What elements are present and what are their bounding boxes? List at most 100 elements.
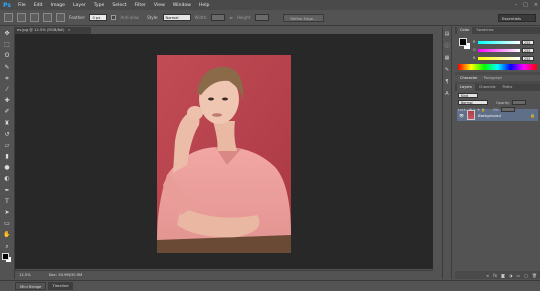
blue-channel-label: B <box>473 56 476 60</box>
lasso-tool-icon[interactable]: ʘ <box>3 51 12 60</box>
green-value[interactable]: 255 <box>522 47 534 53</box>
document-photo[interactable] <box>157 55 291 253</box>
zoom-tool-icon[interactable]: ⌕ <box>3 242 12 251</box>
menu-help[interactable]: Help <box>195 3 213 8</box>
close-document-icon[interactable]: × <box>67 28 70 32</box>
canvas-area[interactable] <box>15 34 433 269</box>
lock-label: Lock: <box>458 107 467 112</box>
maximize-button[interactable]: □ <box>523 2 528 8</box>
character-icon[interactable]: A <box>444 91 451 98</box>
fill-label: Fill: <box>493 107 499 112</box>
eyedropper-tool-icon[interactable]: ⁄ <box>3 85 12 94</box>
height-input[interactable] <box>255 14 270 21</box>
dodge-tool-icon[interactable]: ◐ <box>3 174 12 183</box>
adjustment-layer-icon[interactable]: ◑ <box>509 273 513 278</box>
clone-stamp-tool-icon[interactable]: ♜ <box>3 119 12 128</box>
doc-size[interactable]: Doc: 30.9M/30.9M <box>49 273 83 277</box>
layer-name[interactable]: Background <box>478 113 501 118</box>
crop-tool-icon[interactable]: ⌗ <box>3 74 12 83</box>
green-slider-bar[interactable] <box>478 48 520 52</box>
tab-swatches[interactable]: Swatches <box>473 27 496 34</box>
new-layer-icon[interactable]: ▢ <box>524 273 528 278</box>
opacity-input[interactable] <box>511 100 526 105</box>
blur-tool-icon[interactable]: ● <box>3 163 12 172</box>
blend-mode-select[interactable]: Normal <box>458 100 488 105</box>
menu-select[interactable]: Select <box>108 3 130 8</box>
type-tool-icon[interactable]: T <box>3 197 12 206</box>
add-mask-icon[interactable]: ◙ <box>501 273 505 278</box>
layer-lock-icon: 🔒 <box>530 112 535 118</box>
style-select[interactable]: Normal <box>162 14 191 21</box>
blue-slider-bar[interactable] <box>478 56 520 60</box>
blue-value[interactable]: 255 <box>522 55 534 61</box>
quick-select-tool-icon[interactable]: ✎ <box>3 63 12 72</box>
intersect-selection-icon[interactable] <box>56 13 65 22</box>
properties-icon[interactable]: ⓘ <box>444 43 451 50</box>
subtract-selection-icon[interactable] <box>43 13 52 22</box>
opacity-label: Opacity: <box>496 100 510 105</box>
tab-paragraph[interactable]: Paragraph <box>481 75 505 82</box>
link-layers-icon[interactable]: ∞ <box>486 273 489 278</box>
tab-layers[interactable]: Layers <box>457 84 475 91</box>
color-spectrum[interactable] <box>458 64 537 70</box>
foreground-color-swatch[interactable] <box>2 253 9 260</box>
color-panel-tabs: Color Swatches <box>455 27 540 34</box>
green-channel-label: G <box>473 48 476 52</box>
red-value[interactable]: 255 <box>522 39 534 45</box>
hand-tool-icon[interactable]: ✋ <box>3 230 12 239</box>
layer-filter-select[interactable]: Kind <box>458 93 478 98</box>
marquee-tool-icon[interactable]: ⬚ <box>3 40 12 49</box>
menu-layer[interactable]: Layer <box>69 3 90 8</box>
tab-timeline[interactable]: Timeline <box>48 282 73 290</box>
antialias-checkbox[interactable] <box>111 15 117 20</box>
color-foreground-swatch[interactable] <box>459 38 467 46</box>
blue-slider[interactable]: B 255 <box>473 55 534 61</box>
document-tab[interactable]: ev.jpg @ 12.5% (RGB/8#) × <box>15 27 91 34</box>
right-panels: Color Swatches R 255 G 255 B 255 Charact… <box>455 27 540 279</box>
history-brush-tool-icon[interactable]: ↺ <box>3 130 12 139</box>
new-group-icon[interactable]: ▭ <box>516 273 520 278</box>
new-selection-icon[interactable] <box>17 13 26 22</box>
menu-view[interactable]: View <box>150 3 169 8</box>
fill-input[interactable] <box>500 107 515 112</box>
add-to-selection-icon[interactable] <box>30 13 39 22</box>
tab-paths[interactable]: Paths <box>500 84 516 91</box>
move-tool-icon[interactable]: ✥ <box>3 29 12 38</box>
visibility-eye-icon[interactable]: 👁 <box>459 113 464 118</box>
zoom-level[interactable]: 12.5% <box>19 273 31 277</box>
history-icon[interactable]: ▤ <box>444 31 451 38</box>
marquee-tool-preset-icon[interactable] <box>4 13 13 22</box>
width-input[interactable] <box>211 14 226 21</box>
tab-channels[interactable]: Channels <box>476 84 499 91</box>
menu-filter[interactable]: Filter <box>131 3 150 8</box>
paragraph-icon[interactable]: ¶ <box>444 79 451 86</box>
gradient-tool-icon[interactable]: ▮ <box>3 152 12 161</box>
menu-type[interactable]: Type <box>90 3 109 8</box>
refine-edge-button[interactable]: Refine Edge... <box>283 13 324 22</box>
swap-icon[interactable]: ⇄ <box>229 15 232 20</box>
shape-tool-icon[interactable]: ▭ <box>3 219 12 228</box>
menu-edit[interactable]: Edit <box>30 3 47 8</box>
red-slider[interactable]: R 255 <box>473 39 534 45</box>
eraser-tool-icon[interactable]: ▱ <box>3 141 12 150</box>
tab-character[interactable]: Character <box>457 74 481 82</box>
red-slider-bar[interactable] <box>478 40 520 44</box>
tab-mini-bridge[interactable]: Mini Bridge <box>15 282 47 290</box>
pen-tool-icon[interactable]: ✒ <box>3 186 12 195</box>
feather-input[interactable]: 0 px <box>89 14 108 21</box>
spot-heal-tool-icon[interactable]: ✚ <box>3 96 12 105</box>
brush-presets-icon[interactable]: ✎ <box>444 67 451 74</box>
menu-window[interactable]: Window <box>169 3 195 8</box>
swatches-icon[interactable]: ▦ <box>444 55 451 62</box>
brush-tool-icon[interactable]: ✐ <box>3 107 12 116</box>
path-select-tool-icon[interactable]: ➤ <box>3 208 12 217</box>
close-window-button[interactable]: × <box>534 2 538 8</box>
menu-image[interactable]: Image <box>47 3 69 8</box>
layer-style-icon[interactable]: fx <box>493 273 497 278</box>
workspace-select[interactable]: Essentials <box>498 14 536 22</box>
menu-file[interactable]: File <box>14 3 30 8</box>
green-slider[interactable]: G 255 <box>473 47 534 53</box>
delete-layer-icon[interactable]: 🗑 <box>532 273 537 278</box>
tab-color[interactable]: Color <box>457 27 473 34</box>
minimize-button[interactable]: – <box>515 2 518 8</box>
